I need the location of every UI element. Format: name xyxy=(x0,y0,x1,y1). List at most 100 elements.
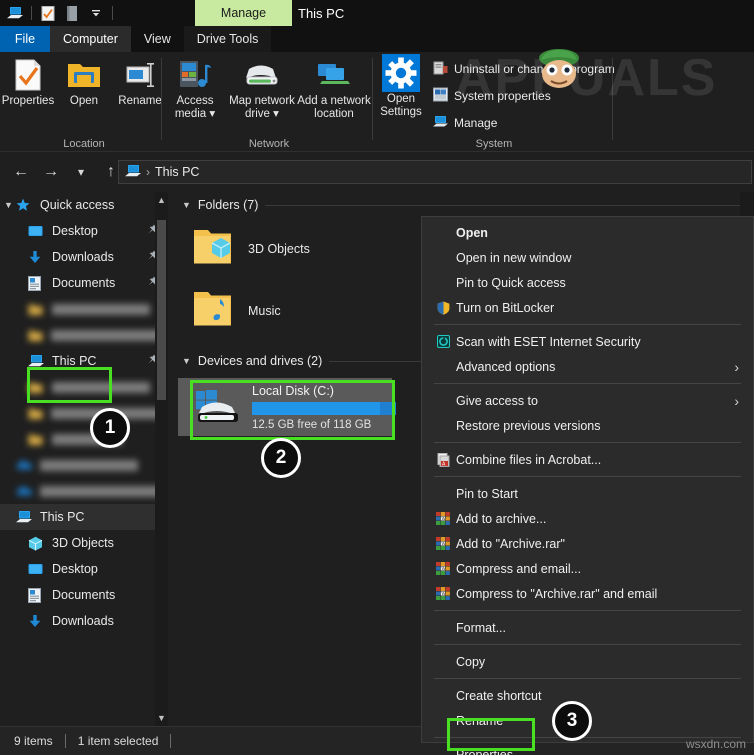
ribbon-divider-1 xyxy=(161,58,162,140)
drive-capacity-bar-fill xyxy=(252,402,380,415)
ribbon-button-access-media[interactable]: Access media ▾ xyxy=(163,52,227,121)
tab-file[interactable]: File xyxy=(0,26,50,52)
sidebar-item-blurred-8[interactable] xyxy=(0,400,168,426)
contextual-tab-manage[interactable]: Manage xyxy=(195,0,292,26)
context-menu-compress-to-archive-rar-and-email[interactable]: WCompress to "Archive.rar" and email xyxy=(422,581,753,606)
breadcrumb-this-pc[interactable]: This PC xyxy=(155,165,199,179)
sidebar-item-this-pc[interactable]: This PC xyxy=(0,504,168,530)
context-menu-item-label: Pin to Quick access xyxy=(456,276,566,290)
context-menu-item-label: Combine files in Acrobat... xyxy=(456,453,601,467)
sidebar-item-label: Documents xyxy=(52,276,115,290)
chevron-down-icon[interactable] xyxy=(85,2,107,24)
properties-icon[interactable] xyxy=(37,2,59,24)
dropdown-caret-icon-2[interactable]: ▾ xyxy=(273,108,279,120)
ribbon-item-manage[interactable]: Manage xyxy=(433,112,615,134)
ribbon-button-rename[interactable]: Rename xyxy=(112,52,168,108)
scroll-down-arrow-icon[interactable]: ▼ xyxy=(155,710,168,726)
sidebar-item-3d-objects[interactable]: 3D Objects xyxy=(0,530,168,556)
sidebar-expand-chevron-icon[interactable]: ▼ xyxy=(4,200,13,210)
sidebar-item-blurred-5[interactable] xyxy=(0,322,168,348)
context-menu-compress-and-email[interactable]: WCompress and email... xyxy=(422,556,753,581)
context-menu-give-access-to[interactable]: Give access to› xyxy=(422,388,753,413)
open-folder-icon xyxy=(67,58,101,92)
this-pc-icon[interactable] xyxy=(4,2,26,24)
context-menu-copy[interactable]: Copy xyxy=(422,649,753,674)
context-menu-restore-previous-versions[interactable]: Restore previous versions xyxy=(422,413,753,438)
group-header-folders[interactable]: ▼ Folders (7) xyxy=(168,192,754,218)
forward-arrow-icon[interactable]: → xyxy=(36,157,66,187)
documents-icon xyxy=(28,276,45,291)
tab-view[interactable]: View xyxy=(131,26,184,52)
sidebar-item-label: Documents xyxy=(52,588,115,602)
sidebar-item-downloads[interactable]: Downloads xyxy=(0,244,168,270)
acrobat-icon: A xyxy=(434,452,452,468)
ribbon-button-properties[interactable]: Properties xyxy=(0,52,56,108)
context-menu-turn-on-bitlocker[interactable]: Turn on BitLocker xyxy=(422,295,753,320)
folder-icon xyxy=(28,381,45,394)
no-icon-placeholder xyxy=(434,359,452,375)
context-menu-format[interactable]: Format... xyxy=(422,615,753,640)
no-icon-placeholder xyxy=(434,250,452,266)
dropdown-caret-icon[interactable]: ▾ xyxy=(209,108,215,120)
ribbon-item-system-properties[interactable]: System properties xyxy=(433,85,615,107)
uninstall-icon xyxy=(433,60,448,78)
chevron-down-icon[interactable]: ▼ xyxy=(182,200,191,210)
sidebar-item-label xyxy=(51,330,168,341)
tab-file-label: File xyxy=(15,32,35,46)
rename-icon xyxy=(123,58,157,92)
ribbon-item-uninstall-program[interactable]: Uninstall or change a program xyxy=(433,58,615,80)
ribbon-button-open-settings[interactable]: Open Settings xyxy=(375,52,427,119)
back-arrow-icon[interactable]: ← xyxy=(6,157,36,187)
sidebar-scrollbar-thumb[interactable] xyxy=(157,220,166,400)
context-menu-create-shortcut[interactable]: Create shortcut xyxy=(422,683,753,708)
scroll-up-arrow-icon[interactable]: ▲ xyxy=(155,192,168,208)
ribbon-group-network-label: Network xyxy=(163,138,375,150)
sidebar-item-documents[interactable]: Documents xyxy=(0,582,168,608)
context-menu-item-label: Copy xyxy=(456,655,485,669)
context-menu-separator xyxy=(434,476,741,477)
context-menu-scan-with-eset-internet-security[interactable]: Scan with ESET Internet Security xyxy=(422,329,753,354)
documents-icon xyxy=(28,588,45,603)
context-menu-pin-to-start[interactable]: Pin to Start xyxy=(422,481,753,506)
context-menu-add-to-archive[interactable]: WAdd to archive... xyxy=(422,506,753,531)
ribbon-button-open[interactable]: Open xyxy=(56,52,112,108)
sidebar-scrollbar[interactable]: ▲ ▼ xyxy=(155,192,168,726)
context-menu-advanced-options[interactable]: Advanced options› xyxy=(422,354,753,379)
sidebar-item-label xyxy=(40,486,166,497)
chevron-down-icon-2[interactable]: ▼ xyxy=(182,356,191,366)
sidebar-item-this-pc[interactable]: This PC xyxy=(0,348,168,374)
context-menu-open[interactable]: Open xyxy=(422,220,753,245)
sidebar-item-blurred-10[interactable] xyxy=(0,452,168,478)
annotation-badge-2: 2 xyxy=(261,438,301,478)
context-menu-item-label: Compress to "Archive.rar" and email xyxy=(456,587,657,601)
tab-computer[interactable]: Computer xyxy=(50,26,131,52)
sidebar-item-documents[interactable]: Documents xyxy=(0,270,168,296)
tab-drive-tools[interactable]: Drive Tools xyxy=(184,26,272,52)
sidebar-item-desktop[interactable]: Desktop xyxy=(0,218,168,244)
ribbon-tab-bar: File Computer View Drive Tools xyxy=(0,26,754,52)
sidebar-item-desktop[interactable]: Desktop xyxy=(0,556,168,582)
context-menu-separator xyxy=(434,644,741,645)
context-menu-open-in-new-window[interactable]: Open in new window xyxy=(422,245,753,270)
context-menu-pin-to-quick-access[interactable]: Pin to Quick access xyxy=(422,270,753,295)
ribbon-button-add-network-location[interactable]: Add a network location xyxy=(297,52,371,121)
sidebar-item-downloads[interactable]: Downloads xyxy=(0,608,168,634)
ribbon-button-map-network-drive[interactable]: Map network drive ▾ xyxy=(227,52,297,121)
sidebar-item-blurred-7[interactable] xyxy=(0,374,168,400)
sidebar-item-blurred-11[interactable] xyxy=(0,478,168,504)
recent-locations-chevron-down-icon[interactable]: ▾ xyxy=(66,157,96,187)
svg-text:W: W xyxy=(442,541,447,546)
sidebar-item-label xyxy=(52,382,150,393)
onedrive-icon xyxy=(16,485,33,497)
address-bar[interactable]: › This PC xyxy=(118,160,752,184)
sidebar-item-blurred-4[interactable] xyxy=(0,296,168,322)
context-menu-combine-files-in-acrobat[interactable]: A Combine files in Acrobat... xyxy=(422,447,753,472)
drive-local-disk-c[interactable]: Local Disk (C:) 12.5 GB free of 118 GB xyxy=(178,378,392,436)
annotation-badge-3: 3 xyxy=(552,701,592,741)
sidebar-item-label: Desktop xyxy=(52,224,98,238)
sidebar-item-blurred-9[interactable] xyxy=(0,426,168,452)
sidebar-item-quick-access[interactable]: ▼Quick access xyxy=(0,192,168,218)
onedrive-icon xyxy=(16,459,33,471)
context-menu-add-to-archive-rar[interactable]: WAdd to "Archive.rar" xyxy=(422,531,753,556)
book-icon[interactable] xyxy=(61,2,83,24)
